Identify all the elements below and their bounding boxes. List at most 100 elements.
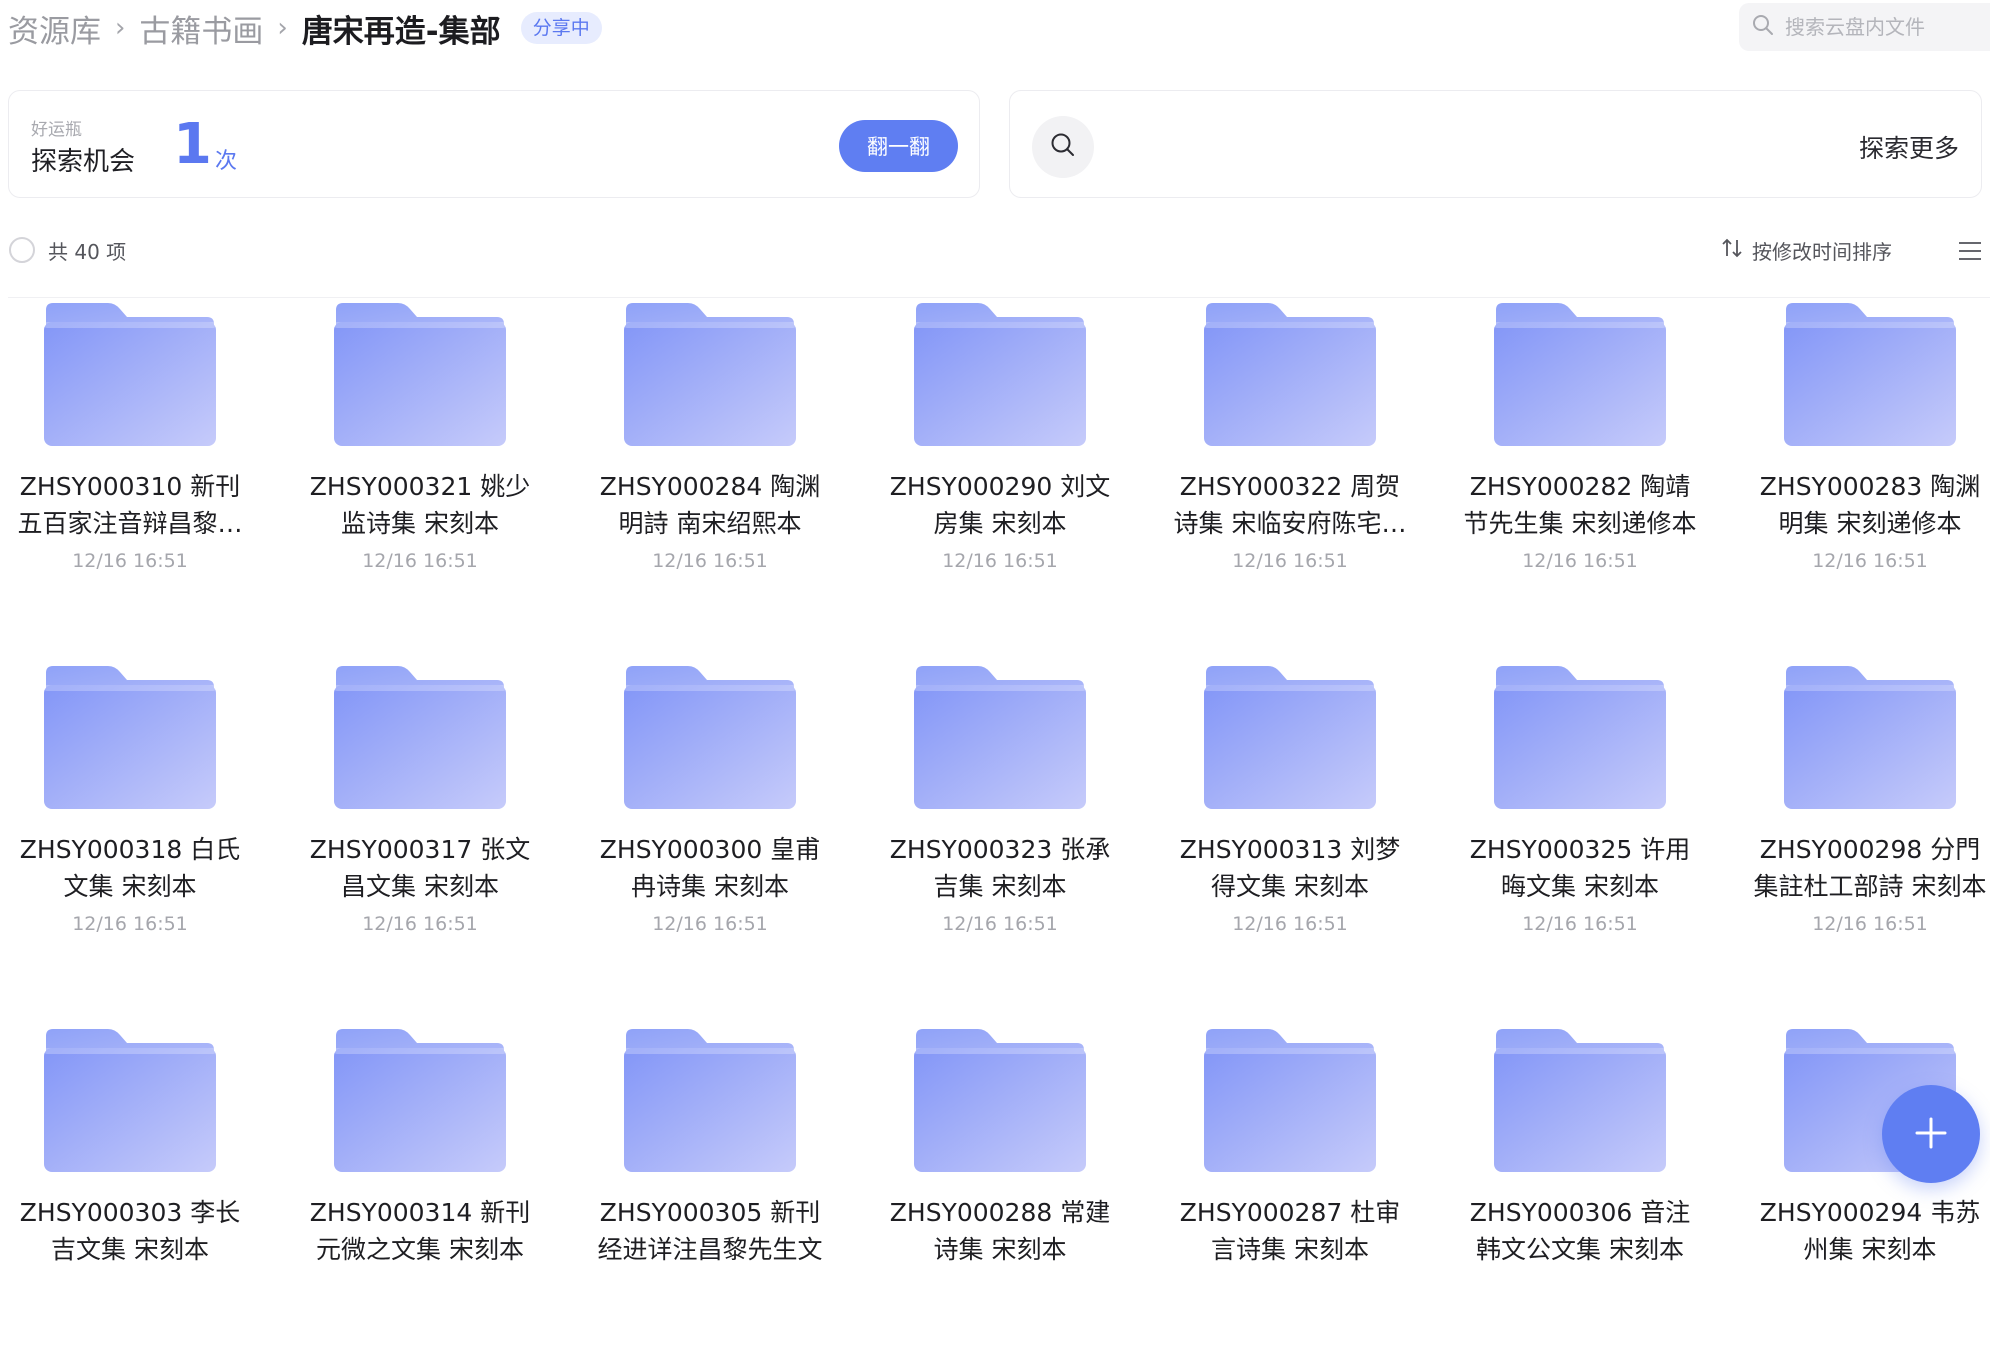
- flip-button[interactable]: 翻一翻: [839, 120, 958, 172]
- folder-name: ZHSY000290 刘文房集 宋刻本: [889, 472, 1111, 538]
- folder-modified-date: 12/16 16:51: [362, 550, 478, 572]
- folder-item[interactable]: ZHSY000317 张文昌文集 宋刻本 12/16 16:51: [290, 663, 550, 1003]
- explore-search-button[interactable]: [1032, 116, 1094, 178]
- folder-item[interactable]: ZHSY000323 张承吉集 宋刻本 12/16 16:51: [870, 663, 1130, 1003]
- lucky-bottle-card: 好运瓶 探索机会 1 次 翻一翻: [8, 90, 980, 198]
- list-view-toggle[interactable]: [1958, 240, 1982, 262]
- chance-unit: 次: [215, 149, 238, 174]
- folder-icon: [42, 663, 218, 813]
- breadcrumb-item-ancient-books[interactable]: 古籍书画: [139, 6, 263, 51]
- folder-item[interactable]: ZHSY000290 刘文房集 宋刻本 12/16 16:51: [870, 300, 1130, 640]
- folder-item[interactable]: ZHSY000303 李长吉文集 宋刻本: [0, 1026, 260, 1366]
- folder-name: ZHSY000313 刘梦得文集 宋刻本: [1179, 835, 1401, 901]
- folder-item[interactable]: ZHSY000318 白氏文集 宋刻本 12/16 16:51: [0, 663, 260, 1003]
- folder-modified-date: 12/16 16:51: [652, 913, 768, 935]
- top-bar: 资源库 › 古籍书画 › 唐宋再造-集部 分享中: [0, 0, 1990, 60]
- folder-modified-date: 12/16 16:51: [72, 913, 188, 935]
- menu-icon: [1958, 242, 1982, 266]
- folder-item[interactable]: ZHSY000322 周贺诗集 宋临安府陈宅书籍铺刻本 12/16 16:51: [1160, 300, 1420, 640]
- folder-item[interactable]: ZHSY000321 姚少监诗集 宋刻本 12/16 16:51: [290, 300, 550, 640]
- folder-item[interactable]: ZHSY000282 陶靖节先生集 宋刻递修本 12/16 16:51: [1450, 300, 1710, 640]
- folder-item[interactable]: ZHSY000300 皇甫冉诗集 宋刻本 12/16 16:51: [580, 663, 840, 1003]
- folder-name: ZHSY000287 杜审言诗集 宋刻本: [1179, 1198, 1401, 1264]
- breadcrumb-separator: ›: [115, 13, 126, 43]
- explore-more-link[interactable]: 探索更多: [1859, 129, 1959, 165]
- folder-modified-date: 12/16 16:51: [1232, 550, 1348, 572]
- folder-icon: [332, 300, 508, 450]
- folder-modified-date: 12/16 16:51: [72, 550, 188, 572]
- folder-name: ZHSY000325 许用晦文集 宋刻本: [1469, 835, 1691, 901]
- folder-icon: [1492, 663, 1668, 813]
- folder-modified-date: 12/16 16:51: [362, 913, 478, 935]
- explore-card[interactable]: 探索更多: [1009, 90, 1982, 198]
- folder-grid: ZHSY000310 新刊五百家注音辩昌黎先生文集12/16 16:51ZHSY…: [0, 300, 1990, 1264]
- folder-name: ZHSY000282 陶靖节先生集 宋刻递修本: [1463, 472, 1697, 538]
- folder-name: ZHSY000314 新刊元微之文集 宋刻本: [309, 1198, 531, 1264]
- folder-item[interactable]: ZHSY000294 韦苏州集 宋刻本: [1740, 1026, 1990, 1366]
- folder-modified-date: 12/16 16:51: [1812, 913, 1928, 935]
- folder-modified-date: 12/16 16:51: [1812, 550, 1928, 572]
- folder-item[interactable]: ZHSY000310 新刊五百家注音辩昌黎先生文集 12/16 16:51: [0, 300, 260, 640]
- breadcrumb: 资源库 › 古籍书画 › 唐宋再造-集部 分享中: [8, 4, 602, 52]
- folder-icon: [1492, 300, 1668, 450]
- folder-icon: [912, 663, 1088, 813]
- folder-name: ZHSY000310 新刊五百家注音辩昌黎先生文集: [17, 472, 243, 538]
- folder-name: ZHSY000306 音注韩文公文集 宋刻本: [1469, 1198, 1691, 1264]
- folder-item[interactable]: ZHSY000298 分門集註杜工部詩 宋刻本 12/16 16:51: [1740, 663, 1990, 1003]
- folder-item[interactable]: ZHSY000283 陶渊明集 宋刻递修本 12/16 16:51: [1740, 300, 1990, 640]
- page-title: 唐宋再造-集部: [301, 13, 501, 50]
- folder-icon: [622, 1026, 798, 1176]
- folder-item[interactable]: ZHSY000314 新刊元微之文集 宋刻本: [290, 1026, 550, 1366]
- folder-item[interactable]: ZHSY000325 许用晦文集 宋刻本 12/16 16:51: [1450, 663, 1710, 1003]
- sort-icon: [1720, 236, 1744, 265]
- folder-icon: [912, 1026, 1088, 1176]
- folder-modified-date: 12/16 16:51: [942, 913, 1058, 935]
- sort-button[interactable]: 按修改时间排序: [1720, 236, 1892, 265]
- folder-icon: [42, 1026, 218, 1176]
- lucky-bottle-label: 好运瓶: [31, 120, 82, 140]
- share-status-badge[interactable]: 分享中: [520, 12, 602, 44]
- folder-name: ZHSY000298 分門集註杜工部詩 宋刻本: [1753, 835, 1987, 901]
- folder-item[interactable]: ZHSY000313 刘梦得文集 宋刻本 12/16 16:51: [1160, 663, 1420, 1003]
- folder-modified-date: 12/16 16:51: [652, 550, 768, 572]
- folder-icon: [1782, 663, 1958, 813]
- item-count: 共 40 项: [48, 240, 127, 264]
- folder-icon: [42, 300, 218, 450]
- breadcrumb-separator: ›: [277, 13, 288, 43]
- folder-item[interactable]: ZHSY000284 陶渊明詩 南宋绍熙本 12/16 16:51: [580, 300, 840, 640]
- folder-icon: [332, 663, 508, 813]
- folder-icon: [622, 663, 798, 813]
- folder-modified-date: 12/16 16:51: [942, 550, 1058, 572]
- search-icon: [1751, 13, 1775, 41]
- folder-item[interactable]: ZHSY000287 杜审言诗集 宋刻本: [1160, 1026, 1420, 1366]
- folder-name: ZHSY000321 姚少监诗集 宋刻本: [309, 472, 531, 538]
- folder-modified-date: 12/16 16:51: [1232, 913, 1348, 935]
- folder-name: ZHSY000303 李长吉文集 宋刻本: [19, 1198, 241, 1264]
- folder-name: ZHSY000284 陶渊明詩 南宋绍熙本: [599, 472, 821, 538]
- folder-name: ZHSY000300 皇甫冉诗集 宋刻本: [599, 835, 821, 901]
- add-button[interactable]: [1882, 1085, 1980, 1183]
- select-all-checkbox[interactable]: [9, 237, 35, 263]
- folder-icon: [622, 300, 798, 450]
- folder-item[interactable]: ZHSY000306 音注韩文公文集 宋刻本: [1450, 1026, 1710, 1366]
- list-toolbar: 共 40 项 按修改时间排序: [0, 230, 1990, 270]
- chance-count: 1: [173, 112, 212, 177]
- folder-icon: [332, 1026, 508, 1176]
- folder-icon: [1202, 663, 1378, 813]
- folder-name: ZHSY000323 张承吉集 宋刻本: [889, 835, 1111, 901]
- search-box[interactable]: [1739, 3, 1990, 51]
- folder-name: ZHSY000317 张文昌文集 宋刻本: [309, 835, 531, 901]
- folder-item[interactable]: ZHSY000305 新刊经进详注昌黎先生文: [580, 1026, 840, 1366]
- search-input[interactable]: [1783, 14, 1983, 40]
- folder-icon: [1782, 300, 1958, 450]
- folder-icon: [1202, 300, 1378, 450]
- folder-name: ZHSY000288 常建诗集 宋刻本: [889, 1198, 1111, 1264]
- folder-icon: [1202, 1026, 1378, 1176]
- folder-item[interactable]: ZHSY000288 常建诗集 宋刻本: [870, 1026, 1130, 1366]
- folder-name: ZHSY000322 周贺诗集 宋临安府陈宅书籍铺刻本: [1173, 472, 1407, 538]
- plus-icon: [1913, 1115, 1949, 1154]
- folder-icon: [912, 300, 1088, 450]
- folder-name: ZHSY000318 白氏文集 宋刻本: [19, 835, 241, 901]
- breadcrumb-item-resource-library[interactable]: 资源库: [8, 6, 101, 51]
- folder-modified-date: 12/16 16:51: [1522, 550, 1638, 572]
